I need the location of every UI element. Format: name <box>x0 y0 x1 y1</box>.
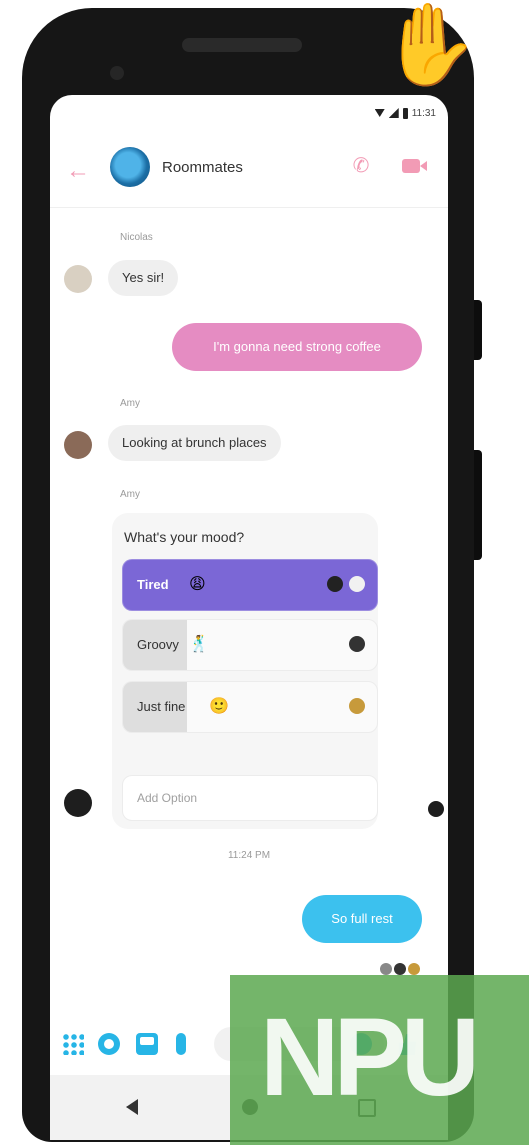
poll-option-label: Just fine <box>137 699 186 714</box>
phone-icon[interactable]: ✆ <box>350 155 372 177</box>
watermark-text: NPU <box>260 996 480 1119</box>
power-button <box>474 300 482 360</box>
add-option-field[interactable]: Add Option <box>122 775 378 821</box>
signal-icon <box>388 108 399 118</box>
weary-face-emoji: 😩 <box>189 576 206 593</box>
voter-avatar <box>349 576 365 592</box>
status-bar: 11:31 <box>374 103 436 123</box>
camera-icon[interactable] <box>98 1033 120 1055</box>
seen-avatar <box>380 963 392 975</box>
poll-option[interactable]: Groovy 🕺 <box>122 619 378 671</box>
seen-avatar <box>428 801 444 817</box>
timestamp: 11:24 PM <box>227 850 271 861</box>
npu-watermark: NPU <box>230 975 529 1145</box>
message-bubble-outgoing[interactable]: So full rest <box>302 895 422 943</box>
poll-card: What's your mood? Tired 😩 Groovy 🕺 Just … <box>112 513 378 829</box>
avatar[interactable] <box>64 789 92 817</box>
status-time: 11:31 <box>411 107 436 119</box>
avatar[interactable] <box>64 431 92 459</box>
speaker-grille <box>182 38 302 52</box>
read-receipts <box>380 963 420 975</box>
sender-name: Nicolas <box>120 232 153 243</box>
group-name[interactable]: Roommates <box>162 159 243 176</box>
voter-avatar <box>349 636 365 652</box>
group-avatar[interactable] <box>110 147 150 187</box>
smile-emoji: 🙂 <box>209 698 229 715</box>
voter-avatar <box>327 576 343 592</box>
sender-name: Amy <box>120 398 140 409</box>
conversation-header: ← Roommates ✆ <box>50 135 448 208</box>
add-option-placeholder: Add Option <box>137 791 198 805</box>
poll-option[interactable]: Tired 😩 <box>122 559 378 611</box>
wifi-icon <box>374 109 385 117</box>
volume-button <box>474 450 482 560</box>
dancing-emoji: 🕺 <box>189 636 209 653</box>
avatar[interactable] <box>64 265 92 293</box>
grid-dots-icon[interactable] <box>62 1033 84 1055</box>
seen-avatar <box>408 963 420 975</box>
voter-avatar <box>349 698 365 714</box>
message-bubble-incoming[interactable]: Looking at brunch places <box>108 425 281 461</box>
poll-option-label: Groovy <box>137 637 179 652</box>
photo-icon[interactable] <box>136 1033 158 1055</box>
waving-hand-emoji: ✋ <box>380 0 480 89</box>
video-camera-icon[interactable] <box>402 159 427 173</box>
front-camera <box>110 66 124 80</box>
back-triangle-icon[interactable] <box>126 1099 138 1115</box>
poll-option[interactable]: Just fine 🙂 <box>122 681 378 733</box>
battery-icon <box>402 107 408 119</box>
mic-icon[interactable] <box>176 1033 186 1055</box>
seen-avatar <box>394 963 406 975</box>
poll-option-label: Tired <box>137 577 169 592</box>
sender-name: Amy <box>120 489 140 500</box>
arrow-left-icon[interactable]: ← <box>66 159 90 183</box>
message-bubble-outgoing[interactable]: I'm gonna need strong coffee <box>172 323 422 371</box>
poll-question: What's your mood? <box>124 529 245 545</box>
message-bubble-incoming[interactable]: Yes sir! <box>108 260 179 296</box>
